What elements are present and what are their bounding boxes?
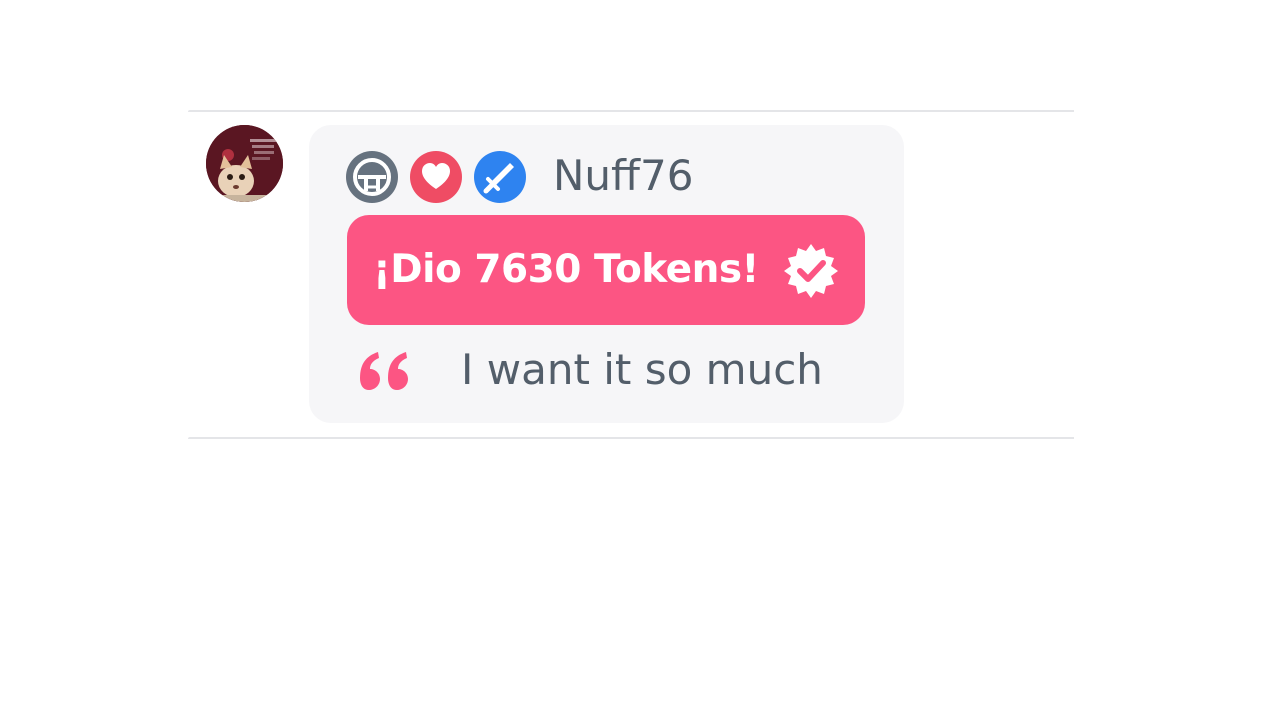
user-badges: [346, 151, 538, 203]
comment-message: I want it so much: [461, 345, 823, 394]
quote-icon: [360, 352, 408, 390]
sword-icon[interactable]: [474, 151, 526, 203]
helmet-icon[interactable]: [346, 151, 398, 203]
verified-seal-icon: [784, 244, 838, 298]
divider-top: [188, 110, 1074, 112]
tokens-banner: ¡Dio 7630 Tokens!: [347, 215, 865, 325]
user-avatar[interactable]: [206, 125, 283, 202]
heart-icon[interactable]: [410, 151, 462, 203]
chat-panel: Nuff76 ¡Dio 7630 Tokens! I want it so mu…: [0, 0, 1280, 720]
tokens-banner-text: ¡Dio 7630 Tokens!: [373, 247, 759, 292]
divider-bottom: [188, 437, 1074, 439]
avatar-image: [206, 125, 283, 202]
username[interactable]: Nuff76: [553, 148, 693, 204]
